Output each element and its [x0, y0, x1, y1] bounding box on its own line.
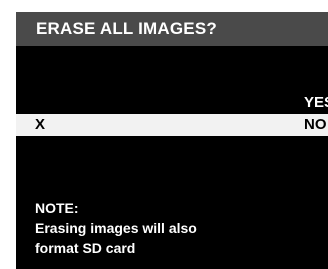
option-yes-label: YES [304, 94, 328, 111]
camera-menu-screen: ERASE ALL IMAGES? YES X NO NOTE: Erasing… [16, 12, 328, 269]
option-no-label: NO [304, 116, 327, 133]
note-heading: NOTE: [35, 200, 79, 216]
dialog-title: ERASE ALL IMAGES? [36, 19, 217, 38]
option-yes[interactable]: YES [16, 92, 328, 114]
note-block: NOTE: Erasing images will also format SD… [35, 198, 197, 258]
note-line-2: format SD card [35, 240, 136, 256]
option-no-selected[interactable]: X NO [16, 114, 328, 136]
note-line-1: Erasing images will also [35, 220, 197, 236]
title-bar: ERASE ALL IMAGES? [16, 12, 328, 46]
selection-cursor-icon: X [35, 116, 46, 133]
